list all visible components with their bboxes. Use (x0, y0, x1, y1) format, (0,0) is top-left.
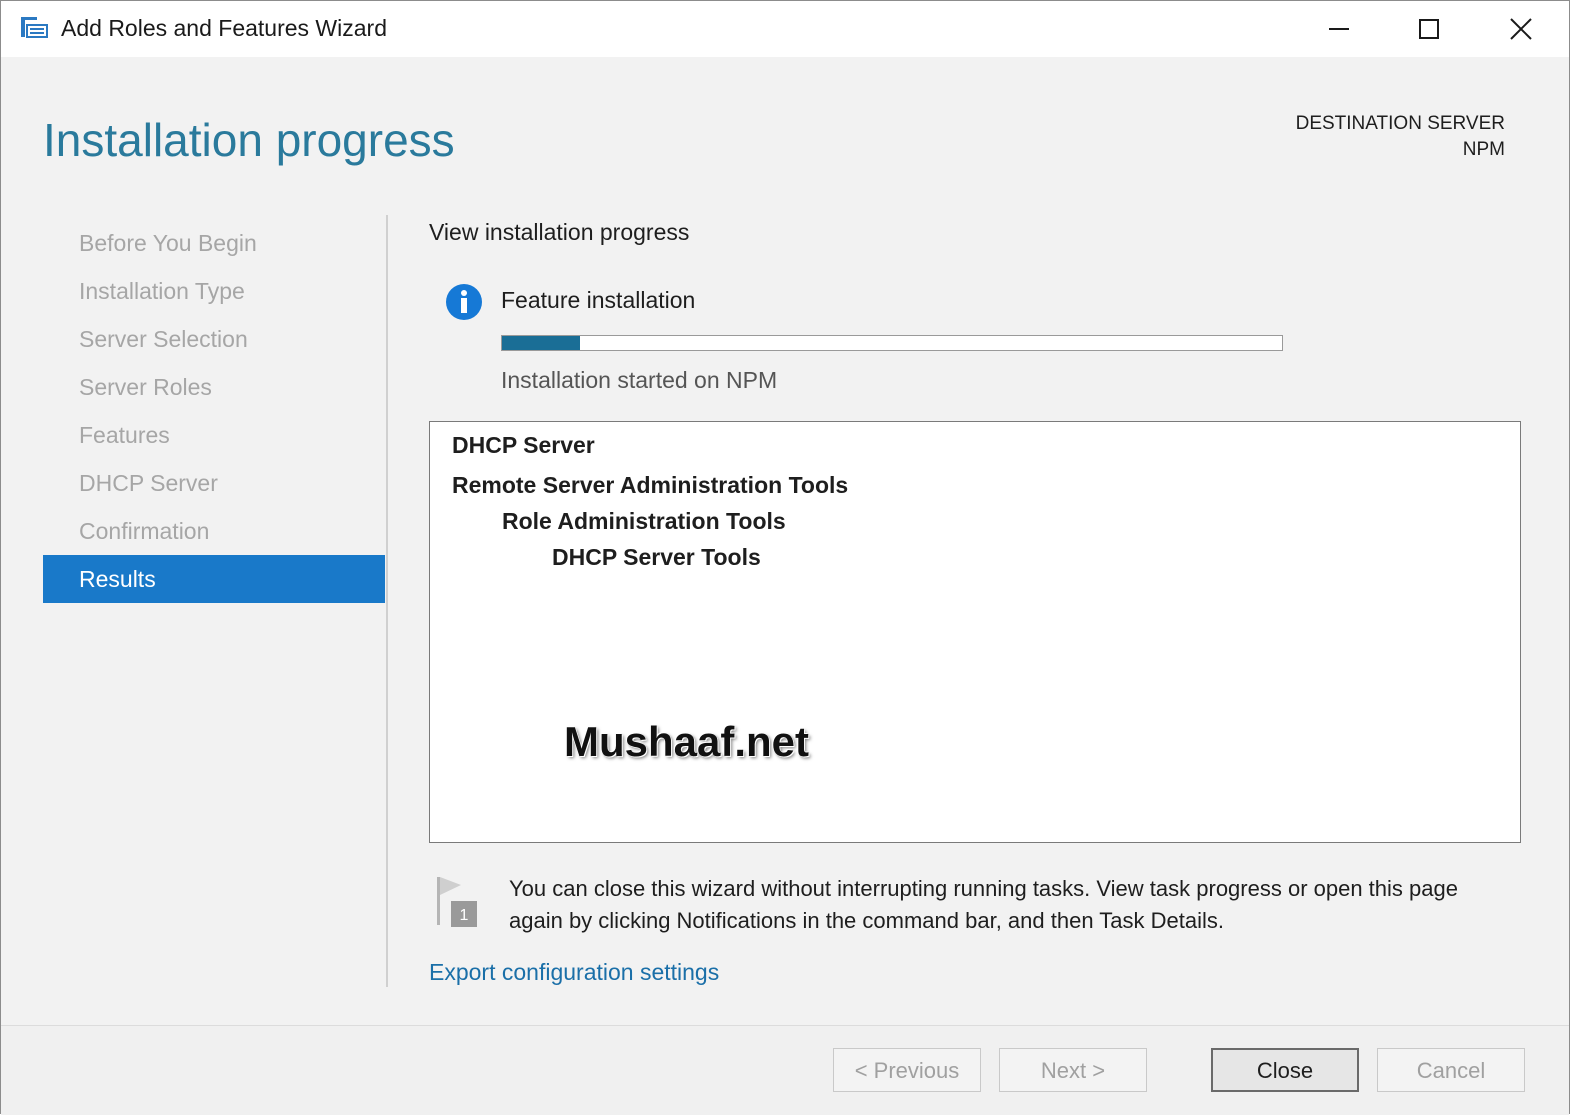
info-icon (445, 283, 483, 321)
destination-label: DESTINATION SERVER (1295, 113, 1505, 134)
nav-item-server-roles[interactable]: Server Roles (43, 363, 385, 411)
wizard-footer: < Previous Next > Close Cancel (1, 1025, 1569, 1115)
nav-item-dhcp-server[interactable]: DHCP Server (43, 459, 385, 507)
maximize-icon (1419, 19, 1439, 39)
export-configuration-link[interactable]: Export configuration settings (429, 959, 719, 986)
title-bar: Add Roles and Features Wizard (1, 1, 1569, 57)
installation-progress-bar (501, 335, 1283, 351)
progress-status: Installation started on NPM (501, 367, 778, 393)
nav-item-confirmation[interactable]: Confirmation (43, 507, 385, 555)
destination-server-name: NPM (1462, 139, 1505, 160)
nav-item-before-you-begin[interactable]: Before You Begin (43, 219, 385, 267)
watermark-text: Mushaaf.net (564, 718, 810, 765)
close-icon (1510, 18, 1532, 40)
result-item: DHCP Server Tools (552, 544, 761, 570)
close-window-button[interactable] (1491, 7, 1551, 51)
wizard-body: Before You Begin Installation Type Serve… (1, 207, 1569, 1025)
close-button[interactable]: Close (1211, 1048, 1359, 1092)
result-item: Remote Server Administration Tools (452, 472, 849, 498)
next-button[interactable]: Next > (999, 1048, 1147, 1092)
wizard-header: Installation progress DESTINATION SERVER… (1, 57, 1569, 207)
minimize-icon (1329, 28, 1349, 30)
nav-item-installation-type[interactable]: Installation Type (43, 267, 385, 315)
minimize-button[interactable] (1309, 7, 1369, 51)
page-title: Installation progress (43, 114, 455, 166)
result-item: DHCP Server (452, 432, 595, 458)
main-content: View installation progress Feature insta… (429, 207, 1521, 1007)
wizard-steps-nav: Before You Begin Installation Type Serve… (43, 219, 385, 603)
nav-divider (386, 215, 388, 987)
previous-button[interactable]: < Previous (833, 1048, 981, 1092)
section-title: View installation progress (429, 219, 690, 245)
maximize-button[interactable] (1399, 7, 1459, 51)
notification-flag-icon: 1 (433, 875, 481, 931)
notification-badge: 1 (460, 907, 469, 924)
close-wizard-note: You can close this wizard without interr… (509, 876, 1458, 933)
wizard-window: Add Roles and Features Wizard Installati… (0, 0, 1570, 1115)
result-item: Role Administration Tools (502, 508, 786, 534)
server-manager-icon (19, 13, 49, 43)
cancel-button[interactable]: Cancel (1377, 1048, 1525, 1092)
nav-item-features[interactable]: Features (43, 411, 385, 459)
nav-item-server-selection[interactable]: Server Selection (43, 315, 385, 363)
results-list: DHCP Server Remote Server Administration… (429, 421, 1521, 843)
window-title: Add Roles and Features Wizard (61, 15, 387, 41)
nav-item-results[interactable]: Results (43, 555, 385, 603)
progress-fill (502, 336, 580, 350)
feature-installation-title: Feature installation (501, 287, 696, 313)
destination-server: DESTINATION SERVER NPM (1296, 111, 1505, 163)
